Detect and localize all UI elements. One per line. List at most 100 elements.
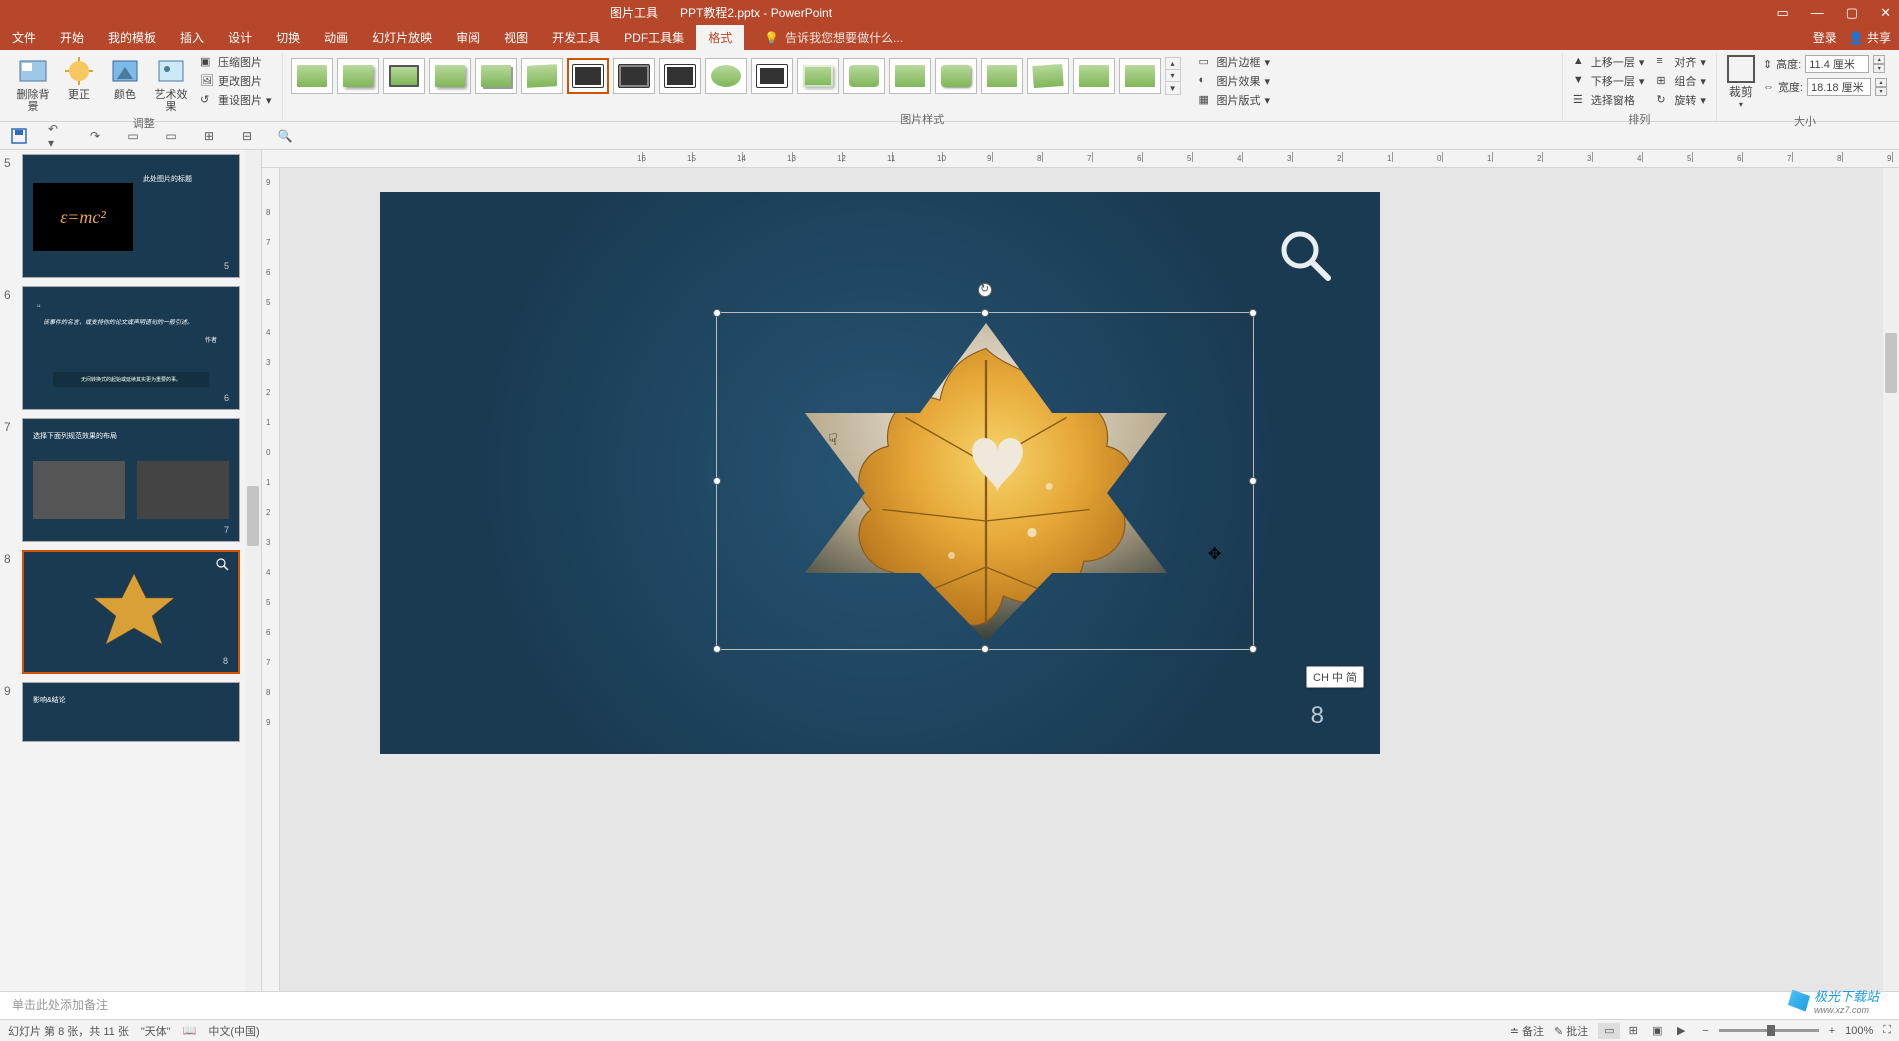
minimize-button[interactable]: — (1811, 5, 1824, 20)
tab-slideshow[interactable]: 幻灯片放映 (360, 25, 444, 50)
zoom-level[interactable]: 100% (1845, 1025, 1873, 1037)
style-thumb-7[interactable] (567, 58, 609, 94)
tab-insert[interactable]: 插入 (168, 25, 216, 50)
picture-border-button[interactable]: ▭图片边框 ▾ (1195, 53, 1275, 71)
resize-handle-n[interactable] (981, 309, 989, 317)
tab-pdf-tools[interactable]: PDF工具集 (612, 25, 696, 50)
sorter-view-button[interactable]: ⊞ (1622, 1023, 1644, 1039)
picture-effects-button[interactable]: ◐图片效果 ▾ (1195, 72, 1275, 90)
fit-window-button[interactable]: ⛶ (1883, 1024, 1891, 1037)
thumbnail-8[interactable]: 8 8 (4, 550, 261, 674)
slide-surface[interactable]: 8 ☟ ✥ CH 中 简 (380, 192, 1380, 754)
resize-handle-s[interactable] (981, 645, 989, 653)
notes-toggle[interactable]: ≐ 备注 (1510, 1023, 1544, 1039)
gallery-down-icon[interactable]: ▾ (1166, 70, 1180, 82)
login-link[interactable]: 登录 (1813, 29, 1837, 46)
tab-file[interactable]: 文件 (0, 25, 48, 50)
style-thumb-5[interactable] (475, 58, 517, 94)
thumbnail-7[interactable]: 7 选择下面列规范效果的布局 7 (4, 418, 261, 542)
slide-thumbnail-panel[interactable]: 5 ε=mc² 此处图片的标题 5 6 “ 该事件的名言，或支持你的论文或声明语… (0, 150, 262, 991)
align-button[interactable]: ≡对齐 ▾ (1652, 53, 1710, 71)
height-up[interactable]: ▴ (1873, 55, 1885, 64)
qat-btn-4[interactable]: ▭ (124, 127, 142, 145)
spellcheck-icon[interactable]: 📖 (183, 1024, 197, 1037)
style-thumb-18[interactable] (1073, 58, 1115, 94)
style-thumb-16[interactable] (981, 58, 1023, 94)
tab-transitions[interactable]: 切换 (264, 25, 312, 50)
resize-handle-ne[interactable] (1249, 309, 1257, 317)
tab-design[interactable]: 设计 (216, 25, 264, 50)
style-thumb-19[interactable] (1119, 58, 1161, 94)
style-thumb-14[interactable] (889, 58, 931, 94)
width-down[interactable]: ▾ (1875, 87, 1887, 96)
group-button[interactable]: ⊞组合 ▾ (1652, 72, 1710, 90)
tab-format[interactable]: 格式 (696, 25, 744, 50)
style-thumb-3[interactable] (383, 58, 425, 94)
style-thumb-11[interactable] (751, 58, 793, 94)
language-indicator[interactable]: 中文(中国) (208, 1023, 259, 1039)
gallery-more-icon[interactable]: ▼ (1166, 82, 1180, 94)
tell-me-search[interactable]: 💡 告诉我您想要做什么... (764, 29, 903, 46)
reset-picture-button[interactable]: ↺重设图片 ▾ (196, 91, 276, 109)
style-thumb-1[interactable] (291, 58, 333, 94)
send-backward-button[interactable]: ▼下移一层 ▾ (1569, 72, 1649, 90)
rotation-handle[interactable] (978, 283, 992, 297)
slideshow-view-button[interactable]: ▶ (1670, 1023, 1692, 1039)
tab-animations[interactable]: 动画 (312, 25, 360, 50)
thumbnail-6[interactable]: 6 “ 该事件的名言，或支持你的论文或声明语句的一般引述。 作者 无间转换式的起… (4, 286, 261, 410)
save-button[interactable] (10, 127, 28, 145)
rotate-button[interactable]: ↻旋转 ▾ (1652, 91, 1710, 109)
resize-handle-w[interactable] (713, 477, 721, 485)
tab-developer[interactable]: 开发工具 (540, 25, 612, 50)
tab-review[interactable]: 审阅 (444, 25, 492, 50)
horizontal-ruler[interactable]: 1615141312111098765432101234567891011121… (262, 150, 1899, 168)
picture-layout-button[interactable]: ▦图片版式 ▾ (1195, 91, 1275, 109)
style-thumb-9[interactable] (659, 58, 701, 94)
comments-toggle[interactable]: ✎ 批注 (1554, 1023, 1588, 1039)
style-thumb-12[interactable] (797, 58, 839, 94)
normal-view-button[interactable]: ▭ (1598, 1023, 1620, 1039)
slide-canvas[interactable]: 8 ☟ ✥ CH 中 简 (280, 168, 1899, 991)
color-button[interactable]: 颜色 (104, 53, 146, 101)
style-thumb-2[interactable] (337, 58, 379, 94)
canvas-scrollbar[interactable] (1883, 168, 1899, 991)
style-thumb-10[interactable] (705, 58, 747, 94)
height-down[interactable]: ▾ (1873, 64, 1885, 73)
slide-counter[interactable]: 幻灯片 第 8 张，共 11 张 (8, 1023, 129, 1039)
resize-handle-se[interactable] (1249, 645, 1257, 653)
picture-selection-box[interactable] (716, 312, 1254, 650)
style-thumb-8[interactable] (613, 58, 655, 94)
tab-my-templates[interactable]: 我的模板 (96, 25, 168, 50)
qat-btn-8[interactable]: 🔍 (276, 127, 294, 145)
notes-pane[interactable]: 单击此处添加备注 (0, 991, 1899, 1019)
bring-forward-button[interactable]: ▲上移一层 ▾ (1569, 53, 1649, 71)
remove-background-button[interactable]: 删除背景 (12, 53, 54, 113)
compress-picture-button[interactable]: ▣压缩图片 (196, 53, 276, 71)
corrections-button[interactable]: 更正 (58, 53, 100, 101)
star-cropped-picture[interactable] (767, 323, 1205, 641)
width-up[interactable]: ▴ (1875, 78, 1887, 87)
qat-btn-7[interactable]: ⊟ (238, 127, 256, 145)
thumbnail-5[interactable]: 5 ε=mc² 此处图片的标题 5 (4, 154, 261, 278)
selection-pane-button[interactable]: ☰选择窗格 (1569, 91, 1649, 109)
style-thumb-13[interactable] (843, 58, 885, 94)
resize-handle-e[interactable] (1249, 477, 1257, 485)
tab-home[interactable]: 开始 (48, 25, 96, 50)
ribbon-display-options-icon[interactable]: ▭ (1777, 5, 1789, 21)
style-thumb-15[interactable] (935, 58, 977, 94)
resize-handle-sw[interactable] (713, 645, 721, 653)
gallery-up-icon[interactable]: ▴ (1166, 58, 1180, 70)
redo-button[interactable]: ↷ (86, 127, 104, 145)
close-button[interactable]: ✕ (1880, 5, 1891, 21)
reading-view-button[interactable]: ▣ (1646, 1023, 1668, 1039)
thumbnail-scrollbar[interactable] (245, 150, 261, 991)
change-picture-button[interactable]: 🖼更改图片 (196, 72, 276, 90)
zoom-in-button[interactable]: + (1829, 1025, 1835, 1037)
thumbnail-9[interactable]: 9 影响&结论 (4, 682, 261, 742)
share-button[interactable]: 👤 共享 (1849, 29, 1891, 46)
ime-indicator[interactable]: CH 中 简 (1306, 666, 1364, 688)
zoom-slider[interactable] (1719, 1029, 1819, 1032)
style-thumb-17[interactable] (1027, 58, 1069, 94)
resize-handle-nw[interactable] (713, 309, 721, 317)
artistic-effects-button[interactable]: 艺术效果 (150, 53, 192, 113)
